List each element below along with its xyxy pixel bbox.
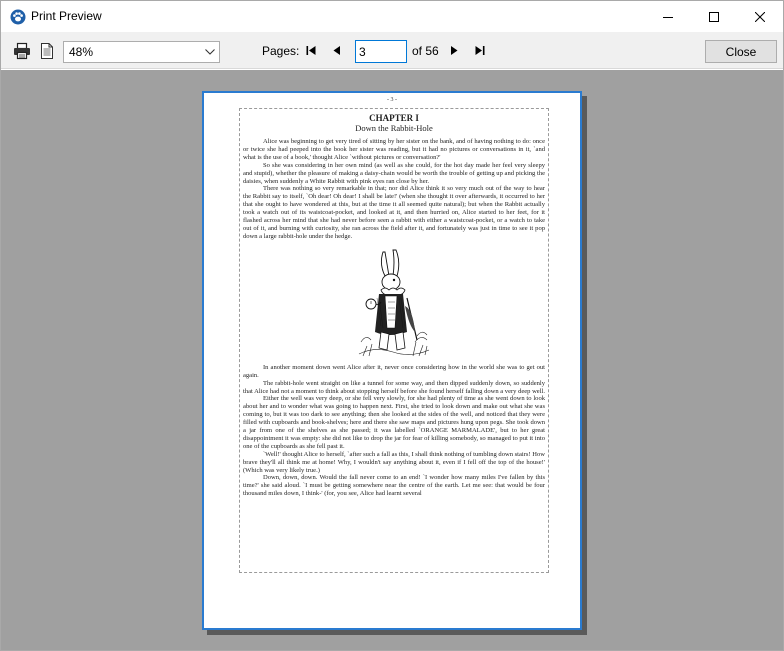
- next-page-icon: [451, 45, 458, 55]
- close-icon: [755, 11, 765, 22]
- close-window-button[interactable]: [737, 1, 783, 32]
- paragraph: There was nothing so very remarkable in …: [243, 185, 545, 240]
- page-setup-button[interactable]: [37, 41, 57, 61]
- close-button[interactable]: Close: [705, 40, 777, 63]
- page-count-label: of 56: [412, 44, 439, 58]
- print-button[interactable]: [12, 41, 32, 61]
- pages-label: Pages:: [262, 44, 300, 58]
- first-page-icon: [306, 45, 316, 55]
- minimize-button[interactable]: [645, 1, 691, 32]
- previous-page-button[interactable]: [330, 43, 344, 57]
- preview-page: - 3 - CHAPTER I Down the Rabbit-Hole Ali…: [202, 91, 582, 630]
- paw-icon: [10, 9, 26, 25]
- paragraph: Down, down, down. Would the fall never c…: [243, 474, 545, 498]
- zoom-select[interactable]: 48%: [63, 41, 220, 63]
- white-rabbit-illustration: [355, 246, 433, 358]
- next-page-button[interactable]: [447, 43, 461, 57]
- page-number-header: - 3 -: [387, 97, 397, 103]
- last-page-button[interactable]: [473, 43, 487, 57]
- page-setup-icon: [41, 43, 53, 59]
- title-bar: Print Preview: [1, 1, 783, 32]
- print-preview-window: Print Preview 48% Pages: 3 of 56 Close -…: [0, 0, 784, 651]
- page-content: CHAPTER I Down the Rabbit-Hole Alice was…: [239, 108, 549, 573]
- paragraph: Alice was beginning to get very tired of…: [243, 138, 545, 161]
- previous-page-icon: [333, 45, 340, 55]
- first-page-button[interactable]: [304, 43, 318, 57]
- maximize-icon: [709, 11, 719, 22]
- last-page-icon: [475, 45, 485, 55]
- paragraph: So she was considering in her own mind (…: [243, 161, 545, 185]
- chevron-down-icon: [201, 42, 219, 62]
- maximize-button[interactable]: [691, 1, 737, 32]
- chapter-subtitle: Down the Rabbit-Hole: [355, 123, 433, 133]
- window-title: Print Preview: [31, 9, 102, 23]
- toolbar: 48% Pages: of 56: [1, 32, 783, 69]
- paragraph: In another moment down went Alice after …: [243, 363, 545, 379]
- chapter-title: CHAPTER I: [369, 113, 419, 123]
- page-number-input[interactable]: [355, 40, 407, 63]
- paragraph: The rabbit-hole went straight on like a …: [243, 379, 545, 395]
- printer-icon: [14, 42, 30, 60]
- zoom-value: 48%: [69, 45, 94, 59]
- preview-area[interactable]: - 3 - CHAPTER I Down the Rabbit-Hole Ali…: [1, 70, 783, 650]
- paragraph: `Well!' thought Alice to herself, `after…: [243, 450, 545, 474]
- paragraph: Either the well was very deep, or she fe…: [243, 395, 545, 450]
- minimize-icon: [663, 16, 673, 18]
